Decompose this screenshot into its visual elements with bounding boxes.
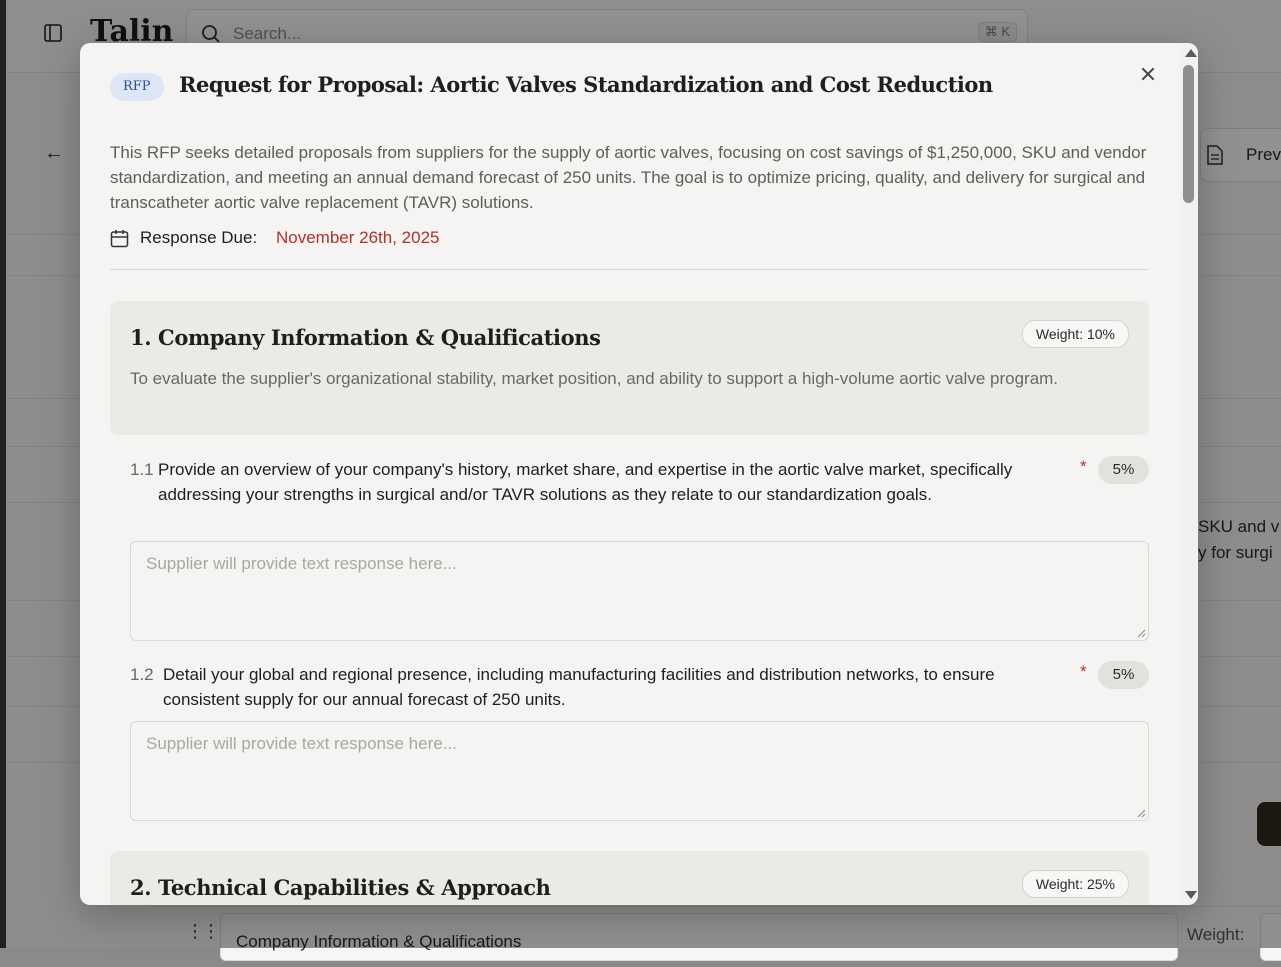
divider [110,269,1149,270]
section-weight-badge: Weight: 10% [1021,320,1129,348]
scroll-down-arrow-icon[interactable] [1185,891,1197,899]
resize-grip-icon[interactable] [1137,809,1146,818]
rfp-preview-modal: RFP Request for Proposal: Aortic Valves … [80,43,1198,905]
rfp-badge: RFP [110,73,164,101]
resize-grip-icon[interactable] [1137,629,1146,638]
response-input[interactable] [131,722,1148,820]
close-icon[interactable] [1137,63,1159,85]
section-title: 1. Company Information & Qualifications [130,325,601,350]
modal-content: RFP Request for Proposal: Aortic Valves … [80,43,1180,905]
question-weight-badge: 5% [1098,661,1149,689]
section-card: 1. Company Information & Qualifications … [110,301,1149,435]
response-textarea[interactable] [130,541,1149,641]
section-card: 2. Technical Capabilities & Approach Wei… [110,851,1149,905]
response-input[interactable] [131,542,1148,640]
question-text: Provide an overview of your company's hi… [158,460,1013,504]
required-indicator: * [1080,457,1087,476]
question-weight-badge: 5% [1098,456,1149,484]
scroll-up-arrow-icon[interactable] [1185,49,1197,57]
response-due-date: November 26th, 2025 [276,228,440,247]
question-number: 1.2 [130,665,154,684]
response-textarea[interactable] [130,721,1149,821]
modal-scrollbar[interactable] [1180,43,1198,905]
question: 1.2 Detail your global and regional pres… [130,661,1149,712]
response-due-label: Response Due: [140,228,258,247]
scrollbar-thumb[interactable] [1183,65,1194,203]
calendar-icon [110,230,129,248]
rfp-description: This RFP seeks detailed proposals from s… [110,143,1147,212]
question-text: Detail your global and regional presence… [163,665,995,709]
modal-title: Request for Proposal: Aortic Valves Stan… [179,72,993,97]
question-number: 1.1 [130,460,154,479]
section-weight-badge: Weight: 25% [1021,870,1129,898]
section-title: 2. Technical Capabilities & Approach [130,875,551,900]
required-indicator: * [1080,662,1087,681]
section-description: To evaluate the supplier's organizationa… [130,369,1059,388]
question: 1.1 Provide an overview of your company'… [130,456,1149,532]
